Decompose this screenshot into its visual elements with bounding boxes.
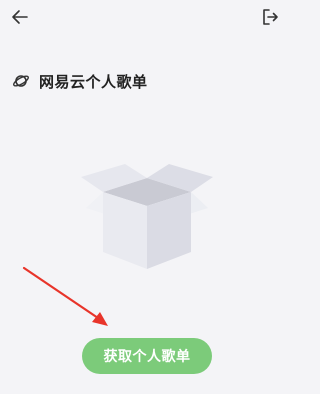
empty-box-illustration	[81, 164, 213, 269]
logout-icon	[263, 9, 278, 25]
playlist-import-screen: 网易云个人歌单 获取个人歌单	[0, 0, 290, 394]
back-button[interactable]	[6, 4, 34, 30]
get-playlist-button[interactable]: 获取个人歌单	[82, 338, 212, 374]
title-row: 网易云个人歌单	[11, 69, 148, 93]
planet-icon	[11, 71, 31, 91]
page-title: 网易云个人歌单	[39, 72, 148, 91]
exit-button[interactable]	[256, 4, 284, 30]
arrow-left-icon	[12, 10, 28, 24]
